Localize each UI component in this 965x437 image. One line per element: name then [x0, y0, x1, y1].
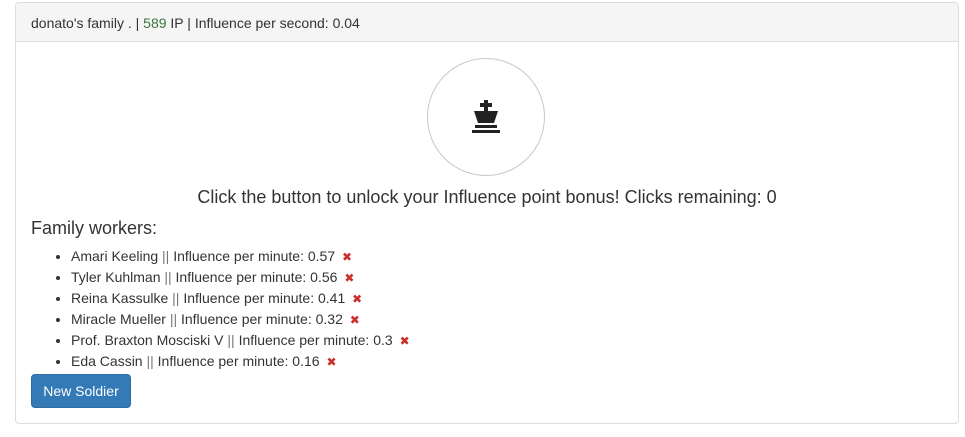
ip-unit: IP — [170, 15, 184, 31]
worker-item: Miracle Mueller || Influence per minute:… — [71, 309, 410, 330]
worker-name: Eda Cassin — [71, 353, 143, 369]
worker-rate: Influence per minute: 0.41 — [183, 290, 346, 306]
worker-separator: || — [146, 353, 154, 369]
worker-rate: Influence per minute: 0.56 — [175, 269, 338, 285]
worker-separator: || — [164, 269, 172, 285]
influence-per-second: Influence per second: 0.04 — [194, 15, 360, 31]
worker-name: Prof. Braxton Mosciski V — [71, 332, 224, 348]
close-icon[interactable]: ✖ — [344, 271, 354, 285]
chess-king-icon — [472, 100, 500, 133]
bonus-instructions: Click the button to unlock your Influenc… — [197, 187, 777, 207]
close-icon[interactable]: ✖ — [350, 313, 360, 327]
worker-name: Miracle Mueller — [71, 311, 166, 327]
family-name: donato's family . — [31, 15, 132, 31]
close-icon[interactable]: ✖ — [400, 334, 410, 348]
worker-separator: || — [172, 290, 180, 306]
close-icon[interactable]: ✖ — [352, 292, 362, 306]
worker-item: Reina Kassulke || Influence per minute: … — [71, 288, 410, 309]
worker-rate: Influence per minute: 0.3 — [238, 332, 393, 348]
worker-separator: || — [162, 248, 170, 264]
worker-separator: || — [227, 332, 235, 348]
influence-bonus-button[interactable] — [427, 58, 545, 176]
worker-name: Reina Kassulke — [71, 290, 169, 306]
new-soldier-button[interactable]: New Soldier — [31, 374, 131, 408]
worker-item: Amari Keeling || Influence per minute: 0… — [71, 246, 410, 267]
close-icon[interactable]: ✖ — [326, 355, 336, 369]
worker-rate: Influence per minute: 0.57 — [173, 248, 336, 264]
worker-item: Eda Cassin || Influence per minute: 0.16… — [71, 351, 410, 372]
worker-name: Amari Keeling — [71, 248, 159, 264]
worker-item: Prof. Braxton Mosciski V || Influence pe… — [71, 330, 410, 351]
worker-rate: Influence per minute: 0.32 — [180, 311, 343, 327]
family-panel: donato's family . | 589 IP | Influence p… — [15, 2, 959, 424]
worker-name: Tyler Kuhlman — [71, 269, 161, 285]
close-icon[interactable]: ✖ — [342, 250, 352, 264]
ip-value: 589 — [143, 15, 167, 31]
worker-separator: || — [169, 311, 178, 327]
worker-rate: Influence per minute: 0.16 — [157, 353, 320, 369]
panel-heading: donato's family . | 589 IP | Influence p… — [16, 3, 958, 42]
header-separator: | — [135, 15, 140, 31]
workers-title: Family workers: — [31, 218, 158, 238]
worker-list: Amari Keeling || Influence per minute: 0… — [31, 246, 410, 372]
worker-item: Tyler Kuhlman || Influence per minute: 0… — [71, 267, 410, 288]
header-separator: | — [187, 15, 191, 31]
